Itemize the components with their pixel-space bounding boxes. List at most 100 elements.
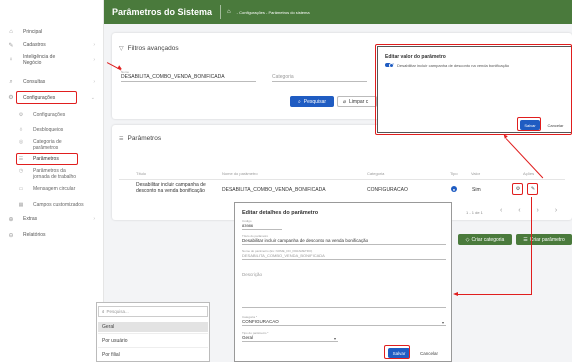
title-field[interactable]: Título do parâmetro Desabilitar incluir … xyxy=(242,234,446,245)
sidebar-subitem-mensagem[interactable]: ▭ Mensagem circular xyxy=(0,186,104,192)
category-filter-field[interactable]: Categoria xyxy=(272,74,367,82)
annotation-arrowhead xyxy=(453,292,458,296)
page-title: Parâmetros do Sistema xyxy=(112,7,213,17)
sidebar-item-label: Categoria de parâmetros xyxy=(33,139,62,151)
divider xyxy=(119,179,565,180)
row-category: CONFIGURACAO xyxy=(367,187,408,193)
type-global-icon: ● xyxy=(451,186,457,192)
sidebar-subitem-desbloqueios[interactable]: ◊ Desbloqueios xyxy=(0,127,104,133)
col-header-title: Título xyxy=(136,171,147,176)
sidebar-item-label: Extras xyxy=(23,216,38,222)
search-icon: ⌕ xyxy=(297,98,301,105)
breadcrumb: - Configurações - Parâmetros do sistema xyxy=(236,9,310,15)
highlight-edit-settings xyxy=(512,183,523,195)
code-field[interactable]: Código 83986 xyxy=(242,219,282,230)
dropdown-option-por-filial[interactable]: Por filial xyxy=(98,350,208,360)
col-header-type: Tipo xyxy=(450,171,458,176)
chevron-right-icon: › xyxy=(93,79,95,85)
category-filter-placeholder: Categoria xyxy=(272,74,294,80)
home-icon[interactable]: ⌂ xyxy=(227,9,231,15)
type-select[interactable]: Tipo do parâmetro * Geral ▾ xyxy=(242,331,338,342)
sidebar-item-relatorios[interactable]: ⊖ Relatórios xyxy=(0,230,104,240)
eraser-icon: ⌀ xyxy=(343,98,347,105)
unlock-icon: ◊ xyxy=(19,127,23,133)
cancel-details-button[interactable]: Cancelar xyxy=(415,348,443,358)
highlight-parametros xyxy=(16,153,78,165)
name-filter-field[interactable]: Nome DESABILITA_COMBO_VENDA_BONIFICADA xyxy=(121,70,256,82)
grid-icon: ▦ xyxy=(18,202,24,208)
name-field[interactable]: Nome do parâmetro (Ex: NOME_DO_PARAMETRO… xyxy=(242,249,446,260)
category-select[interactable]: Categoria * CONFIGURACAO ▾ xyxy=(242,315,446,326)
sidebar-item-label: Principal xyxy=(23,29,43,35)
list-icon: ☰ xyxy=(119,135,124,142)
filters-header: ▽ Filtros avançados xyxy=(119,45,179,52)
tag-icon: ◇ xyxy=(465,236,470,243)
col-header-category: Categoria xyxy=(367,171,385,176)
sidebar-subitem-jornada[interactable]: ◷ Parâmetros da jornada de trabalho xyxy=(0,168,104,180)
sidebar-item-inteligencia[interactable]: ♀ Inteligência de Negócio › xyxy=(0,52,104,68)
sidebar-item-cadastros[interactable]: ✎ Cadastros › xyxy=(0,40,104,50)
chevron-right-icon: › xyxy=(93,57,95,63)
highlight-save-value xyxy=(517,117,541,131)
tag-icon: ◎ xyxy=(18,139,24,145)
annotation-arrow xyxy=(458,294,532,296)
sidebar-item-label: Mensagem circular xyxy=(33,186,76,192)
search-icon: ⌕ xyxy=(9,78,13,85)
gear-icon: ⚙ xyxy=(8,95,14,101)
list-icon: ☰ xyxy=(523,236,528,243)
create-parameter-button[interactable]: ☰ Criar parâmetro xyxy=(516,234,572,245)
parameters-header: ☰ Parâmetros xyxy=(119,135,161,142)
dropdown-search-input[interactable]: ⌕ Pesquisa... xyxy=(98,306,208,317)
clear-button[interactable]: ⌀ Limpar c xyxy=(337,96,377,107)
sidebar-subitem-categoria[interactable]: ◎ Categoria de parâmetros xyxy=(0,139,104,151)
col-header-name: Nome do parâmetro xyxy=(222,171,258,176)
sidebar-item-label: Parâmetros da jornada de trabalho xyxy=(33,168,77,180)
search-icon: ⌕ xyxy=(102,309,105,314)
dropdown-option-geral[interactable]: Geral xyxy=(98,322,208,332)
sidebar-item-principal[interactable]: ⌂ Principal xyxy=(0,27,104,37)
row-name: DESABILITA_COMBO_VENDA_BONIFICADA xyxy=(222,187,326,193)
top-bar: Parâmetros do Sistema ⌂ - Configurações … xyxy=(104,0,572,24)
home-icon: ⌂ xyxy=(9,29,13,35)
col-header-actions: Ações xyxy=(523,171,535,176)
search-button[interactable]: ⌕ Pesquisar xyxy=(290,96,334,107)
chevron-right-icon: › xyxy=(93,216,95,222)
sidebar-item-consultas[interactable]: ⌕ Consultas › xyxy=(0,77,104,87)
sidebar-item-label: Desbloqueios xyxy=(33,127,64,133)
description-field[interactable]: Descrição xyxy=(242,272,446,308)
filters-title: Filtros avançados xyxy=(127,45,179,52)
clock-icon: ◷ xyxy=(18,168,24,174)
name-filter-value: DESABILITA_COMBO_VENDA_BONIFICADA xyxy=(121,74,225,80)
sidebar-item-label: Inteligência de Negócio xyxy=(23,54,56,66)
caret-down-icon: ▾ xyxy=(333,336,336,341)
dropdown-option-por-usuario[interactable]: Por usuário xyxy=(98,336,208,346)
edit-details-title: Editar detalhes do parâmetro xyxy=(242,210,319,216)
highlight-save-details xyxy=(384,345,410,359)
row-title: Desabilitar incluir campanha de desconto… xyxy=(136,182,206,194)
highlight-edit-value-modal xyxy=(375,44,572,135)
plus-circle-icon: ⊕ xyxy=(8,216,14,223)
sidebar-item-extras[interactable]: ⊕ Extras › xyxy=(0,214,104,224)
settings-icon: ⚙ xyxy=(18,112,24,118)
parameters-title: Parâmetros xyxy=(127,135,162,142)
highlight-configuracoes xyxy=(16,91,77,104)
create-category-button[interactable]: ◇ Criar categoria xyxy=(458,234,512,245)
sidebar: ⌂ Principal ✎ Cadastros › ♀ Inteligência… xyxy=(0,0,104,362)
filter-icon: ▽ xyxy=(119,46,124,52)
chevron-right-icon: › xyxy=(93,42,95,48)
divider xyxy=(220,5,222,19)
sidebar-item-label: Relatórios xyxy=(23,232,46,238)
sidebar-item-label: Campos customizados xyxy=(33,202,84,208)
chevron-down-icon: ⌄ xyxy=(90,94,95,101)
row-value: Sim xyxy=(472,187,481,193)
sidebar-item-label: Configurações xyxy=(33,112,66,118)
sidebar-subitem-campos[interactable]: ▦ Campos customizados xyxy=(0,202,104,208)
report-icon: ⊖ xyxy=(8,232,14,239)
caret-down-icon: ▾ xyxy=(441,320,444,325)
highlight-edit-details xyxy=(527,183,538,195)
sidebar-subitem-configuracoes[interactable]: ⚙ Configurações xyxy=(0,112,104,118)
annotation-arrow xyxy=(531,197,533,294)
sidebar-item-label: Cadastros xyxy=(23,42,46,48)
edit-details-modal: Editar detalhes do parâmetro Código 8398… xyxy=(234,202,452,362)
message-icon: ▭ xyxy=(18,186,24,192)
